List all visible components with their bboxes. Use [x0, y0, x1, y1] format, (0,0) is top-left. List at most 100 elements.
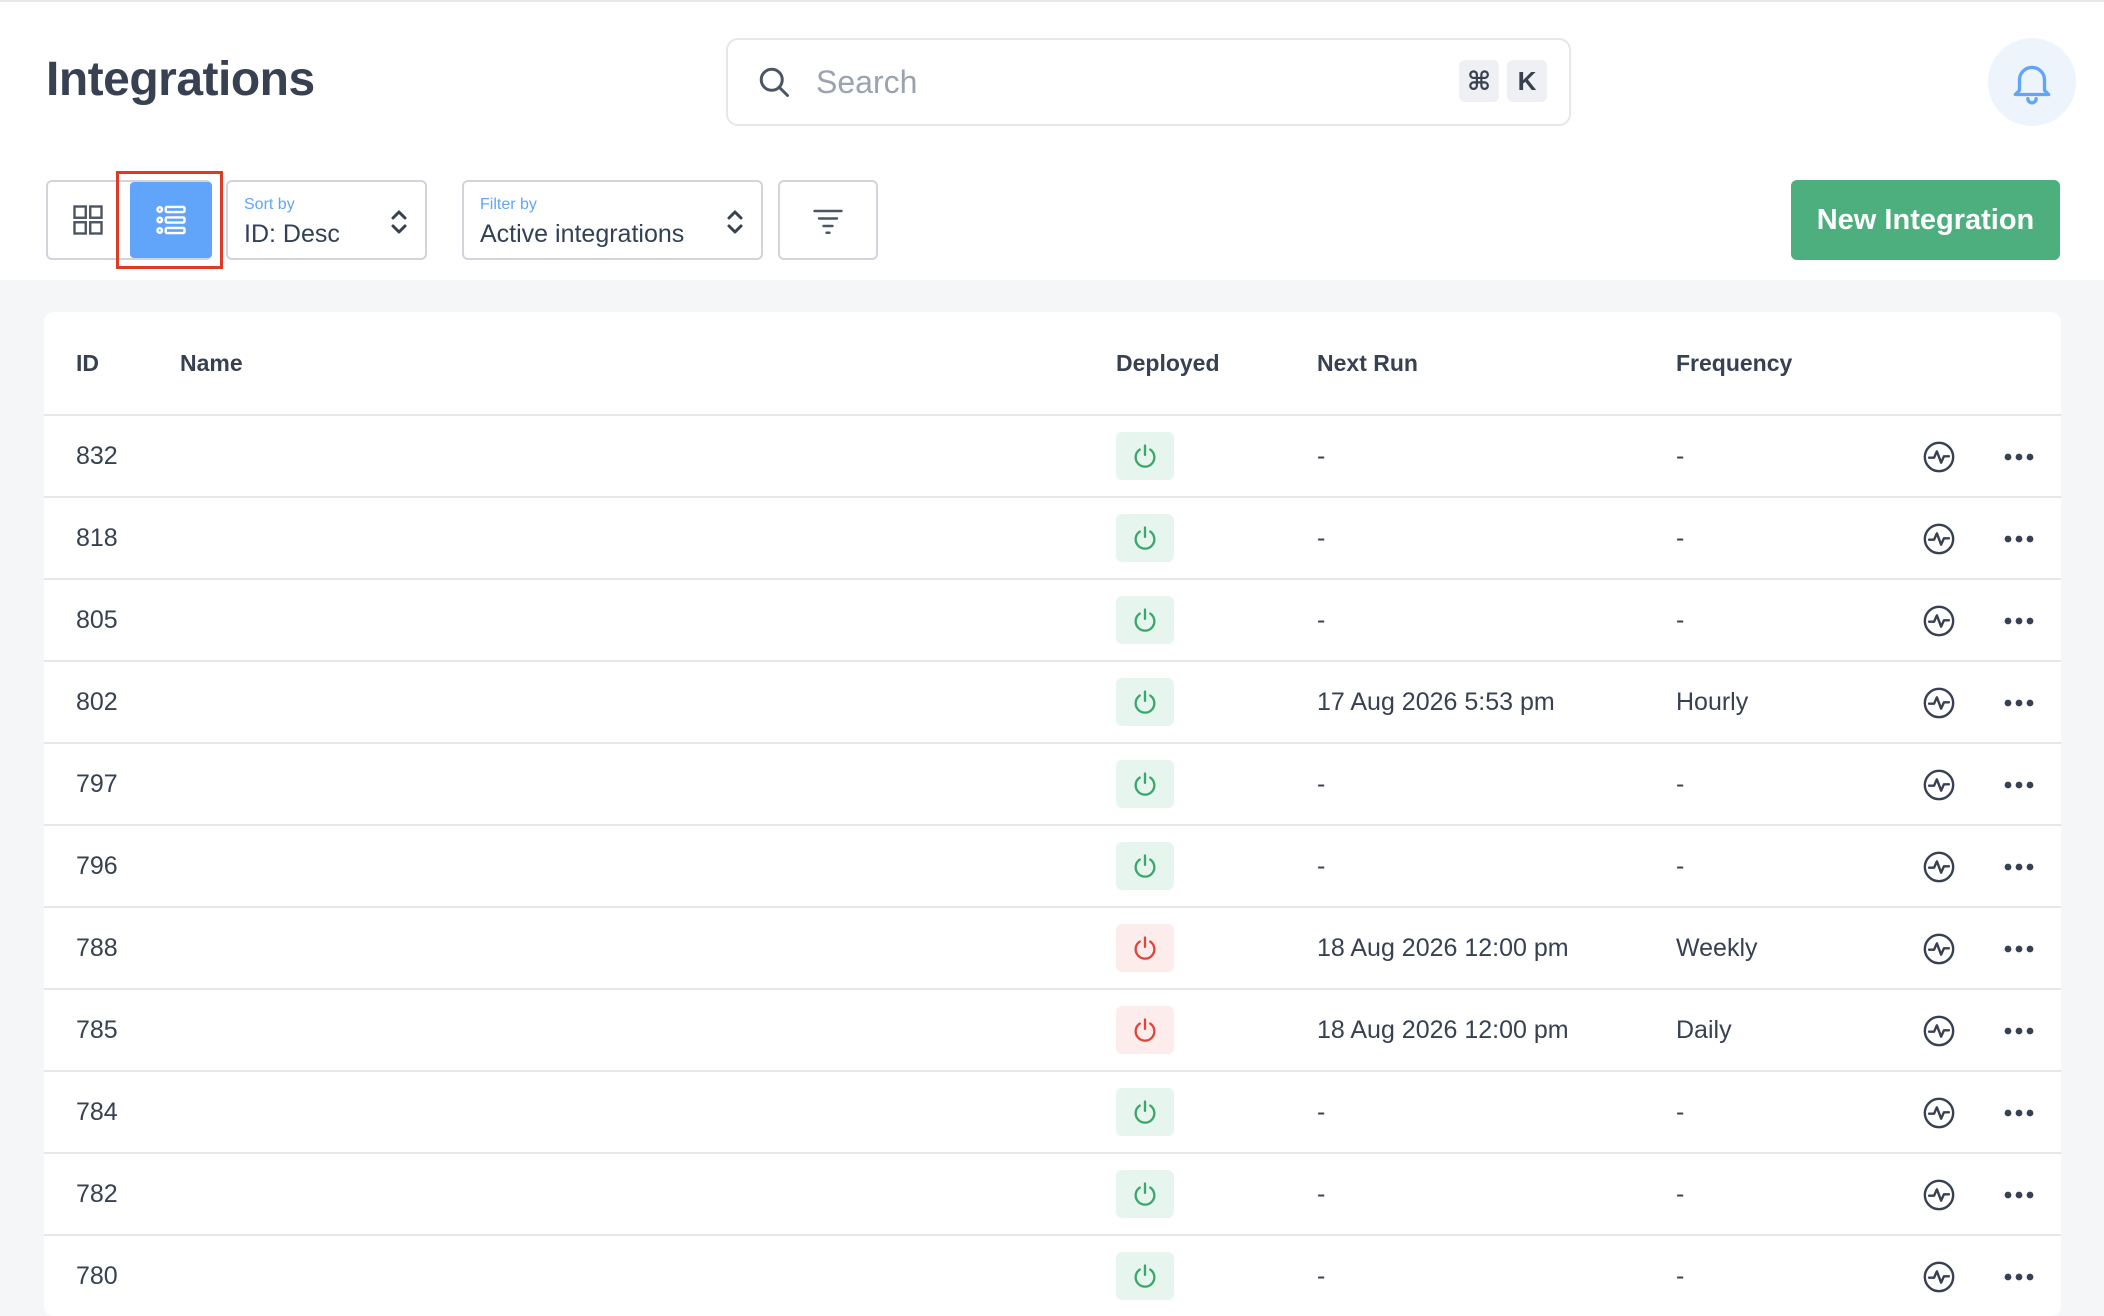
table-row[interactable]: 782 - - [44, 1154, 2061, 1236]
row-id: 782 [76, 1180, 118, 1208]
k-key-hint: K [1507, 60, 1547, 102]
list-icon [156, 205, 186, 235]
activity-icon[interactable] [1922, 686, 1956, 720]
page-title: Integrations [46, 53, 315, 106]
row-id: 832 [76, 442, 118, 470]
filter-select[interactable]: Filter by Active integrations [462, 180, 763, 260]
command-key-hint: ⌘ [1459, 60, 1499, 102]
more-options-icon[interactable] [2002, 688, 2036, 718]
activity-icon[interactable] [1922, 850, 1956, 884]
deploy-toggle-button[interactable] [1116, 678, 1174, 726]
table-row[interactable]: 784 - - [44, 1072, 2061, 1154]
more-options-icon[interactable] [2002, 606, 2036, 636]
more-options-icon[interactable] [2002, 1016, 2036, 1046]
activity-icon[interactable] [1922, 522, 1956, 556]
row-frequency: - [1676, 442, 1685, 470]
row-frequency: Weekly [1676, 934, 1758, 962]
list-view-button[interactable] [130, 182, 212, 258]
row-id: 797 [76, 770, 118, 798]
activity-icon[interactable] [1922, 604, 1956, 638]
more-options-icon[interactable] [2002, 1180, 2036, 1210]
more-options-icon[interactable] [2002, 934, 2036, 964]
activity-icon[interactable] [1922, 932, 1956, 966]
table-row[interactable]: 788 18 Aug 2026 12:00 pm Weekly [44, 908, 2061, 990]
activity-icon[interactable] [1922, 1178, 1956, 1212]
row-frequency: - [1676, 1262, 1685, 1290]
column-header-id[interactable]: ID [76, 350, 99, 377]
filter-lines-icon [813, 209, 843, 234]
row-id: 780 [76, 1262, 118, 1290]
power-icon [1134, 526, 1156, 550]
row-frequency: Daily [1676, 1016, 1732, 1044]
row-id: 785 [76, 1016, 118, 1044]
row-next-run: 17 Aug 2026 5:53 pm [1317, 688, 1555, 716]
deploy-toggle-button[interactable] [1116, 1252, 1174, 1300]
activity-icon[interactable] [1922, 440, 1956, 474]
integrations-table: ID Name Deployed Next Run Frequency 832 -… [44, 312, 2061, 1316]
column-header-frequency[interactable]: Frequency [1676, 350, 1792, 377]
activity-icon[interactable] [1922, 768, 1956, 802]
search-input[interactable] [816, 58, 1376, 106]
row-next-run: - [1317, 606, 1326, 634]
row-next-run: - [1317, 442, 1326, 470]
deploy-toggle-button[interactable] [1116, 596, 1174, 644]
row-frequency: Hourly [1676, 688, 1749, 716]
column-header-next-run[interactable]: Next Run [1317, 350, 1418, 377]
table-row[interactable]: 780 - - [44, 1236, 2061, 1316]
deploy-toggle-button[interactable] [1116, 924, 1174, 972]
power-icon [1134, 1264, 1156, 1288]
row-frequency: - [1676, 1180, 1685, 1208]
more-options-icon[interactable] [2002, 1262, 2036, 1292]
search-icon [759, 67, 789, 97]
deploy-toggle-button[interactable] [1116, 432, 1174, 480]
table-row[interactable]: 785 18 Aug 2026 12:00 pm Daily [44, 990, 2061, 1072]
activity-icon[interactable] [1922, 1096, 1956, 1130]
row-next-run: - [1317, 770, 1326, 798]
power-icon [1134, 608, 1156, 632]
power-icon [1134, 936, 1156, 960]
table-header: ID Name Deployed Next Run Frequency [44, 312, 2061, 416]
notifications-button[interactable] [1988, 38, 2076, 126]
table-row[interactable]: 818 - - [44, 498, 2061, 580]
row-next-run: 18 Aug 2026 12:00 pm [1317, 934, 1569, 962]
row-next-run: - [1317, 1098, 1326, 1126]
deploy-toggle-button[interactable] [1116, 760, 1174, 808]
row-id: 818 [76, 524, 118, 552]
deploy-toggle-button[interactable] [1116, 1006, 1174, 1054]
search-box[interactable]: ⌘ K [726, 38, 1571, 126]
new-integration-button[interactable]: New Integration [1791, 180, 2060, 260]
more-options-icon[interactable] [2002, 770, 2036, 800]
deploy-toggle-button[interactable] [1116, 1088, 1174, 1136]
activity-icon[interactable] [1922, 1260, 1956, 1294]
row-frequency: - [1676, 606, 1685, 634]
activity-icon[interactable] [1922, 1014, 1956, 1048]
sort-label: Sort by [244, 196, 295, 213]
row-frequency: - [1676, 852, 1685, 880]
row-frequency: - [1676, 524, 1685, 552]
more-options-icon[interactable] [2002, 1098, 2036, 1128]
table-row[interactable]: 802 17 Aug 2026 5:53 pm Hourly [44, 662, 2061, 744]
column-header-deployed[interactable]: Deployed [1116, 350, 1220, 377]
row-id: 784 [76, 1098, 118, 1126]
advanced-filter-button[interactable] [778, 180, 878, 260]
more-options-icon[interactable] [2002, 524, 2036, 554]
table-row[interactable]: 796 - - [44, 826, 2061, 908]
row-frequency: - [1676, 770, 1685, 798]
chevron-up-down-icon [391, 210, 407, 234]
power-icon [1134, 444, 1156, 468]
column-header-name[interactable]: Name [180, 350, 243, 377]
more-options-icon[interactable] [2002, 442, 2036, 472]
sort-select[interactable]: Sort by ID: Desc [226, 180, 427, 260]
more-options-icon[interactable] [2002, 852, 2036, 882]
table-row[interactable]: 797 - - [44, 744, 2061, 826]
grid-view-button[interactable] [48, 182, 128, 258]
table-row[interactable]: 832 - - [44, 416, 2061, 498]
deploy-toggle-button[interactable] [1116, 1170, 1174, 1218]
deploy-toggle-button[interactable] [1116, 514, 1174, 562]
row-id: 805 [76, 606, 118, 634]
row-id: 796 [76, 852, 118, 880]
view-mode-toggle [46, 180, 212, 260]
deploy-toggle-button[interactable] [1116, 842, 1174, 890]
sort-value: ID: Desc [244, 220, 340, 248]
table-row[interactable]: 805 - - [44, 580, 2061, 662]
